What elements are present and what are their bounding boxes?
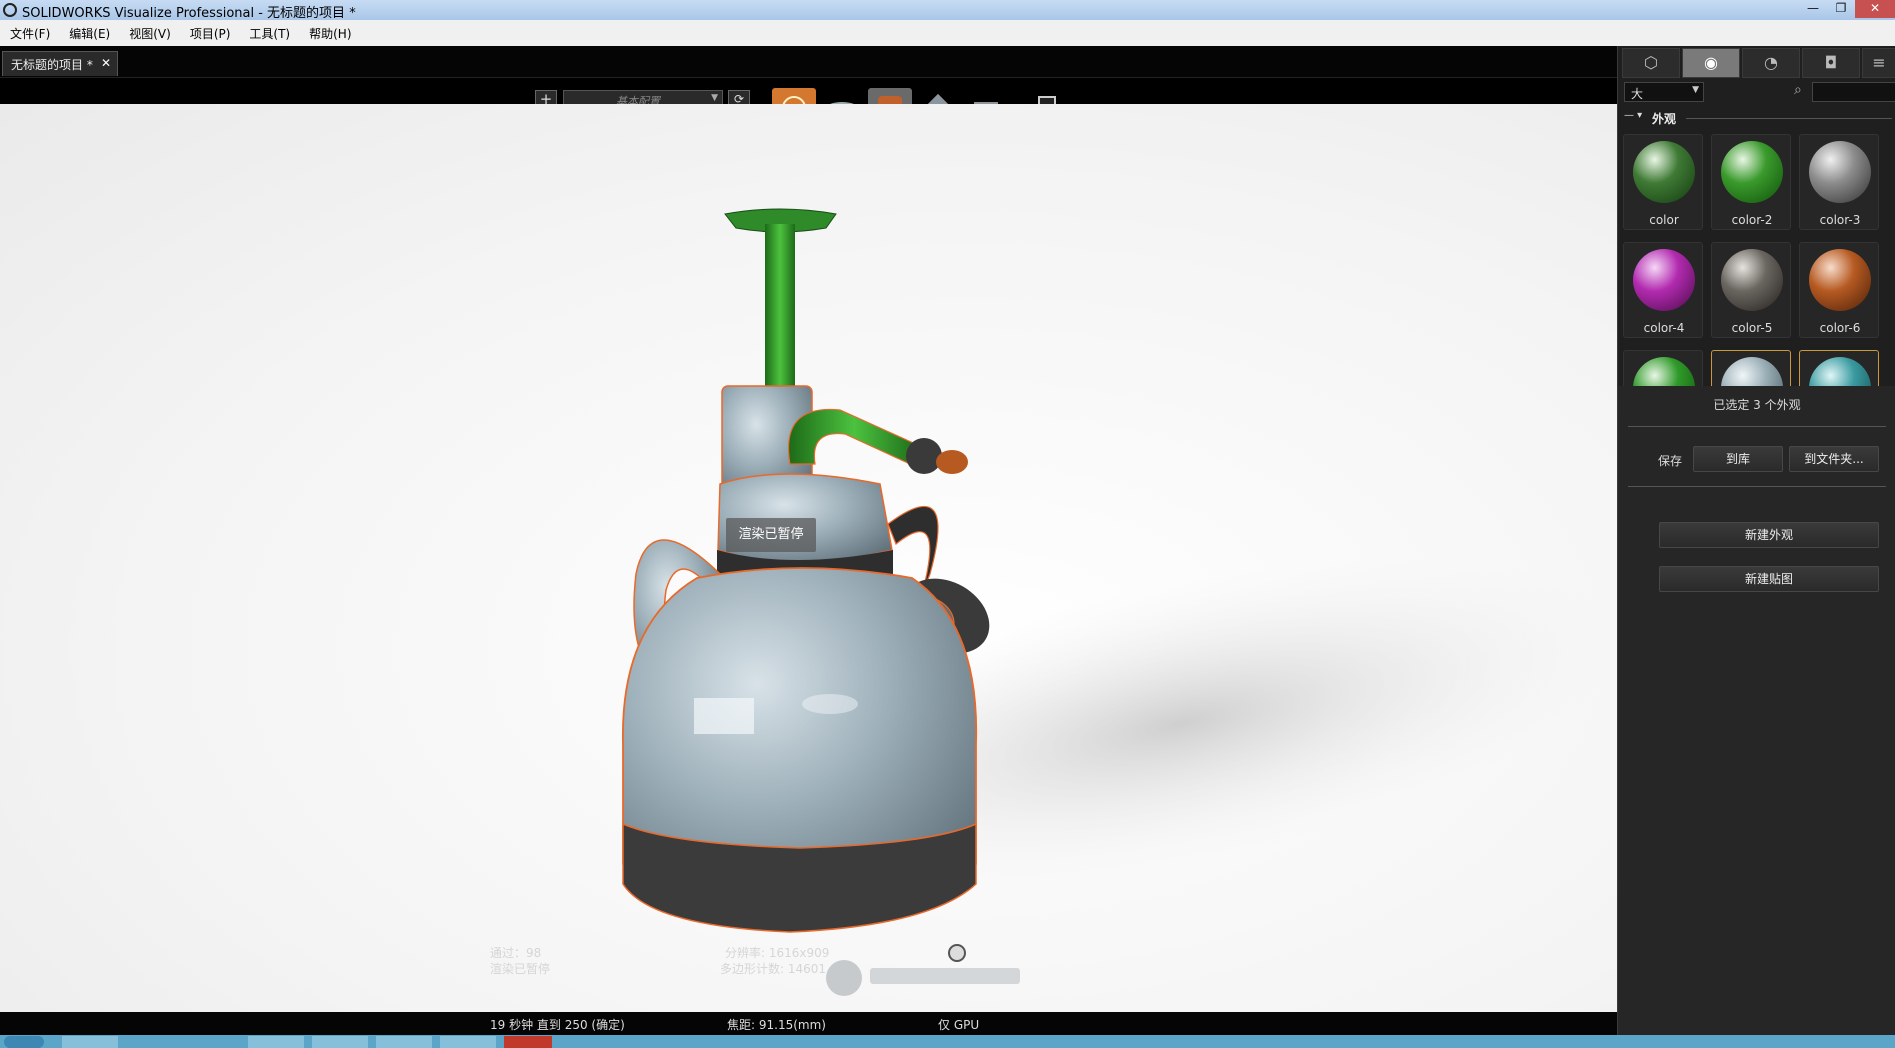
- appearance-swatch[interactable]: color-5: [1711, 242, 1791, 338]
- thumbnail-size-select[interactable]: 大 ▼: [1624, 82, 1704, 102]
- menu-help[interactable]: 帮助(H): [309, 25, 351, 42]
- thumbnail-size-value: 大: [1631, 87, 1644, 101]
- menu-file[interactable]: 文件(F): [10, 25, 50, 42]
- palette-panel: ⬡ ◉ ◔ ◘ ≡ 大 ▼ ⌕ — ▾ 外观 color color-2 col…: [1617, 46, 1895, 1035]
- window-controls: — ❐ ✕: [1799, 0, 1895, 18]
- gpu-icon: [948, 944, 966, 962]
- tab-scenes[interactable]: ◔: [1742, 48, 1800, 78]
- status-bar: 19 秒钟 直到 250 (确定) 焦距: 91.15(mm) 仅 GPU: [0, 1012, 1617, 1035]
- start-button-icon[interactable]: [4, 1036, 44, 1048]
- render-time: 19 秒钟 直到 250 (确定): [490, 1018, 625, 1032]
- panel-info-area: 已选定 3 个外观 保存 到库 到文件夹... 新建外观 新建贴图: [1618, 386, 1895, 1035]
- taskbar-app-icon[interactable]: [312, 1036, 368, 1048]
- tab-appearances[interactable]: ◉: [1682, 48, 1740, 78]
- appearance-grid: color color-2 color-3 color-4 color-5 co…: [1618, 132, 1895, 428]
- maximize-icon[interactable]: ❐: [1827, 0, 1855, 18]
- gpu-mode: 仅 GPU: [938, 1018, 980, 1032]
- new-texture-button[interactable]: 新建贴图: [1659, 566, 1879, 592]
- swatch-label: color-5: [1731, 321, 1773, 335]
- search-icon[interactable]: ⌕: [1794, 82, 1802, 98]
- save-to-folder-button[interactable]: 到文件夹...: [1789, 446, 1879, 472]
- app-logo-icon: [3, 3, 17, 17]
- os-taskbar: [0, 1035, 1895, 1048]
- tab-models[interactable]: ⬡: [1622, 48, 1680, 78]
- appearance-swatch[interactable]: color-2: [1711, 134, 1791, 230]
- appearance-swatch[interactable]: color: [1623, 134, 1703, 230]
- taskbar-app-icon[interactable]: [376, 1036, 432, 1048]
- window-title: SOLIDWORKS Visualize Professional - 无标题的…: [22, 6, 356, 21]
- divider: [1628, 486, 1886, 487]
- tab-cameras[interactable]: ◘: [1802, 48, 1860, 78]
- swatch-ball: [1721, 249, 1783, 311]
- polygon-count: 多边形计数: 14601: [720, 962, 827, 976]
- render-viewport[interactable]: 渲染已暂停 通过：98 渲染已暂停 分辨率: 1616x909 多边形计数: 1…: [0, 104, 1617, 1012]
- swatch-ball: [1809, 249, 1871, 311]
- resolution-readout: 分辨率: 1616x909: [725, 946, 830, 960]
- close-window-icon[interactable]: ✕: [1855, 0, 1895, 18]
- swatch-label: color-2: [1731, 213, 1773, 227]
- title-bar: SOLIDWORKS Visualize Professional - 无标题的…: [0, 0, 1895, 21]
- save-label: 保存: [1658, 454, 1683, 468]
- section-title: 外观: [1652, 112, 1677, 126]
- swatch-ball: [1633, 141, 1695, 203]
- menu-tools[interactable]: 工具(T): [249, 25, 290, 42]
- appearance-swatch[interactable]: color-3: [1799, 134, 1879, 230]
- taskbar-app-icon[interactable]: [440, 1036, 496, 1048]
- swatch-label: color-6: [1819, 321, 1861, 335]
- new-appearance-button[interactable]: 新建外观: [1659, 522, 1879, 548]
- selection-info: 已选定 3 个外观: [1713, 398, 1801, 412]
- taskbar-app-icon[interactable]: [248, 1036, 304, 1048]
- document-tab-strip: 无标题的项目 * ✕: [0, 46, 1617, 78]
- collapse-icon: — ▾: [1624, 110, 1643, 121]
- tab-libraries[interactable]: ≡: [1862, 48, 1895, 78]
- taskbar-app-icon[interactable]: [504, 1036, 552, 1048]
- render-paused-text: 渲染已暂停: [738, 527, 804, 542]
- taskbar-app-icon[interactable]: [62, 1036, 118, 1048]
- swatch-label: color: [1649, 213, 1679, 227]
- swatch-label: color-4: [1643, 321, 1685, 335]
- passes-count: 通过：98: [490, 946, 542, 960]
- focal-length: 焦距: 91.15(mm): [727, 1018, 826, 1032]
- watermark-logo: [826, 956, 1026, 996]
- swatch-ball: [1633, 249, 1695, 311]
- menu-view[interactable]: 视图(V): [129, 25, 171, 42]
- search-input[interactable]: [1812, 82, 1895, 102]
- minimize-icon[interactable]: —: [1799, 0, 1827, 18]
- sprayer-model[interactable]: [0, 104, 1617, 1012]
- render-paused-overlay: 渲染已暂停: [726, 518, 816, 552]
- chevron-down-icon: ▼: [1692, 85, 1699, 95]
- menu-project[interactable]: 项目(P): [190, 25, 231, 42]
- menu-bar: 文件(F) 编辑(E) 视图(V) 项目(P) 工具(T) 帮助(H): [0, 20, 1895, 46]
- menu-edit[interactable]: 编辑(E): [69, 25, 110, 42]
- section-divider: [1686, 118, 1892, 119]
- divider: [1628, 426, 1886, 427]
- swatch-ball: [1809, 141, 1871, 203]
- appearance-swatch[interactable]: color-6: [1799, 242, 1879, 338]
- document-tab-label: 无标题的项目 *: [11, 58, 93, 72]
- chevron-down-icon: ▼: [711, 93, 718, 103]
- appearances-section-header[interactable]: — ▾ 外观: [1624, 110, 1892, 126]
- swatch-label: color-3: [1819, 213, 1861, 227]
- save-to-library-button[interactable]: 到库: [1693, 446, 1783, 472]
- swatch-ball: [1721, 141, 1783, 203]
- close-tab-icon[interactable]: ✕: [101, 56, 111, 70]
- document-tab[interactable]: 无标题的项目 * ✕: [2, 51, 118, 76]
- render-state: 渲染已暂停: [490, 962, 551, 976]
- appearance-swatch[interactable]: color-4: [1623, 242, 1703, 338]
